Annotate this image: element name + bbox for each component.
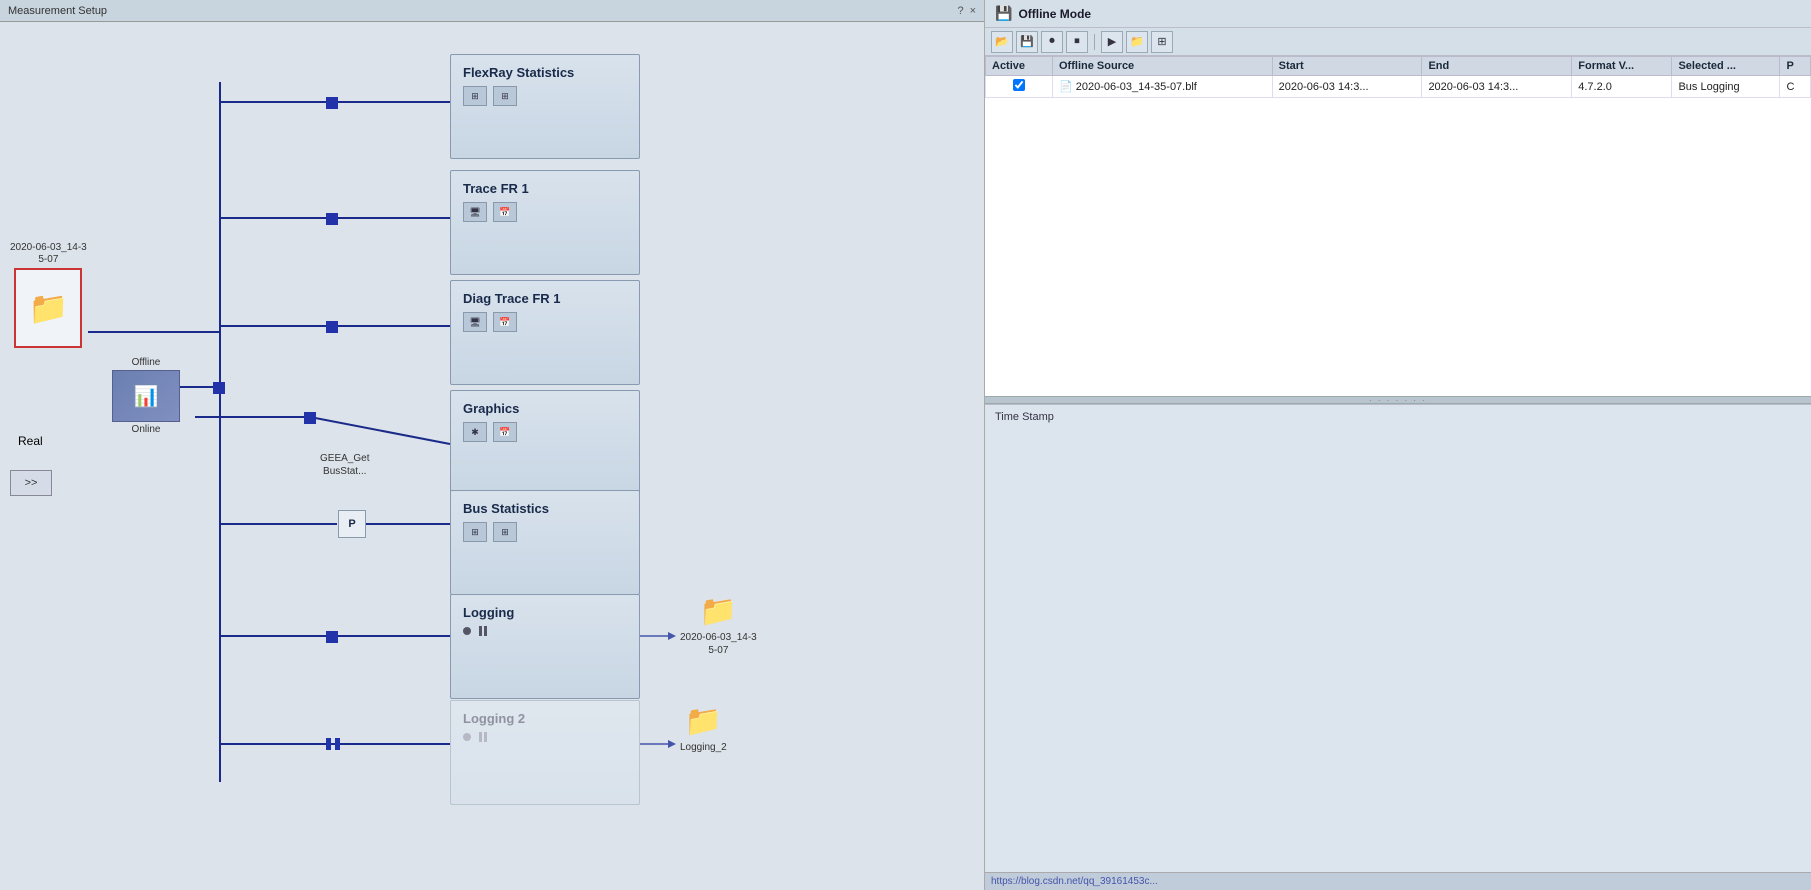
offline-table-container: Active Offline Source Start End Format V… bbox=[985, 56, 1811, 396]
offline-box[interactable]: 📊 bbox=[112, 370, 180, 422]
geea-label: GEEA_GetBusStat... bbox=[320, 452, 369, 478]
diagram-area: 2020-06-03_14-35-07 📁 Offline 📊 Online R… bbox=[0, 22, 984, 890]
module-logging2[interactable]: Logging 2 bbox=[450, 700, 640, 805]
offline-block: Offline 📊 Online bbox=[112, 357, 180, 435]
calendar-icon-1: 📅 bbox=[493, 202, 517, 222]
file-icon-inline: 📄 bbox=[1059, 81, 1073, 93]
selected-cell: Bus Logging bbox=[1672, 76, 1780, 98]
offline-mode-icon: 💾 bbox=[995, 5, 1012, 22]
module-bus-statistics[interactable]: Bus Statistics ⊞ ⊞ bbox=[450, 490, 640, 595]
toolbar-open-btn[interactable]: 📂 bbox=[991, 31, 1013, 53]
offline-mode-label: Offline Mode bbox=[1018, 7, 1091, 21]
graphics-icons: ✱ 📅 bbox=[463, 422, 627, 442]
help-btn[interactable]: ? bbox=[957, 5, 963, 17]
logging-controls bbox=[463, 626, 627, 636]
toolbar-separator-1 bbox=[1094, 34, 1095, 50]
toolbar-play-btn[interactable]: ▶ bbox=[1101, 31, 1123, 53]
status-bar: https://blog.csdn.net/qq_39161453c... bbox=[985, 872, 1811, 890]
col-format: Format V... bbox=[1572, 57, 1672, 76]
logging-dot bbox=[463, 627, 471, 635]
col-active: Active bbox=[986, 57, 1053, 76]
logging2-dot bbox=[463, 733, 471, 741]
trace-fr1-title: Trace FR 1 bbox=[463, 181, 627, 196]
close-btn[interactable]: × bbox=[970, 5, 976, 17]
graphics-title: Graphics bbox=[463, 401, 627, 416]
offline-panel: 💾 Offline Mode 📂 💾 ⏺ ⏹ ▶ 📁 ⊞ Active Offl… bbox=[985, 0, 1811, 890]
table-icon-1: ⊞ bbox=[463, 86, 487, 106]
file-output-2[interactable]: 📁 Logging_2 bbox=[680, 704, 727, 754]
file-output-1[interactable]: 📁 2020-06-03_14-35-07 bbox=[680, 594, 757, 657]
timestamp-label: Time Stamp bbox=[995, 411, 1054, 423]
file-out-2-icon: 📁 bbox=[685, 704, 722, 739]
active-cell[interactable] bbox=[986, 76, 1053, 98]
table-icon-2: ⊞ bbox=[493, 86, 517, 106]
title-bar: Measurement Setup ? × bbox=[0, 0, 984, 22]
active-checkbox[interactable] bbox=[1013, 79, 1025, 91]
panel-title: Measurement Setup bbox=[8, 5, 107, 17]
status-url: https://blog.csdn.net/qq_39161453c... bbox=[991, 876, 1158, 887]
module-logging[interactable]: Logging bbox=[450, 594, 640, 699]
diag-trace-fr1-title: Diag Trace FR 1 bbox=[463, 291, 627, 306]
file-out-1-icon: 📁 bbox=[700, 594, 737, 629]
offline-label: Offline bbox=[132, 357, 161, 368]
logging-title: Logging bbox=[463, 605, 627, 620]
start-cell: 2020-06-03 14:3... bbox=[1272, 76, 1422, 98]
file-node-label: 2020-06-03_14-35-07 bbox=[10, 242, 87, 266]
toolbar-grid-btn[interactable]: ⊞ bbox=[1151, 31, 1173, 53]
col-start: Start bbox=[1272, 57, 1422, 76]
screen-icon-2: 🖥 bbox=[463, 312, 487, 332]
resizer[interactable]: · · · · · · · bbox=[985, 396, 1811, 404]
measurement-panel: Measurement Setup ? × bbox=[0, 0, 985, 890]
timestamp-section: Time Stamp bbox=[985, 404, 1811, 878]
trace-fr1-icons: 🖥 📅 bbox=[463, 202, 627, 222]
online-label: Online bbox=[132, 424, 161, 435]
col-p: P bbox=[1780, 57, 1811, 76]
format-cell: 4.7.2.0 bbox=[1572, 76, 1672, 98]
cursor-icon: ✱ bbox=[463, 422, 487, 442]
p-cell: C bbox=[1780, 76, 1811, 98]
offline-toolbar: 📂 💾 ⏺ ⏹ ▶ 📁 ⊞ bbox=[985, 28, 1811, 56]
col-offline-source: Offline Source bbox=[1053, 57, 1273, 76]
bus-statistics-title: Bus Statistics bbox=[463, 501, 627, 516]
module-flexray-statistics[interactable]: FlexRay Statistics ⊞ ⊞ bbox=[450, 54, 640, 159]
toolbar-record-btn[interactable]: ⏺ bbox=[1041, 31, 1063, 53]
flexray-statistics-icons: ⊞ ⊞ bbox=[463, 86, 627, 106]
toolbar-save-btn[interactable]: 💾 bbox=[1016, 31, 1038, 53]
real-label: Real bbox=[18, 434, 43, 448]
arrow-button[interactable]: >> bbox=[10, 470, 52, 496]
logging2-controls bbox=[463, 732, 627, 742]
toolbar-stop-btn[interactable]: ⏹ bbox=[1066, 31, 1088, 53]
offline-panel-title: 💾 Offline Mode bbox=[985, 0, 1811, 28]
file-out-1-label: 2020-06-03_14-35-07 bbox=[680, 631, 757, 657]
logging2-title: Logging 2 bbox=[463, 711, 627, 726]
diag-trace-fr1-icons: 🖥 📅 bbox=[463, 312, 627, 332]
offline-box-icon: 📊 bbox=[134, 384, 159, 409]
screen-icon-1: 🖥 bbox=[463, 202, 487, 222]
table-row: 📄 2020-06-03_14-35-07.blf 2020-06-03 14:… bbox=[986, 76, 1811, 98]
calendar-icon-2: 📅 bbox=[493, 312, 517, 332]
p-box[interactable]: P bbox=[338, 510, 366, 538]
file-icon: 📁 bbox=[28, 289, 68, 327]
title-controls[interactable]: ? × bbox=[957, 5, 976, 17]
calendar-icon-3: 📅 bbox=[493, 422, 517, 442]
col-end: End bbox=[1422, 57, 1572, 76]
end-cell: 2020-06-03 14:3... bbox=[1422, 76, 1572, 98]
file-out-2-label: Logging_2 bbox=[680, 741, 727, 754]
col-selected: Selected ... bbox=[1672, 57, 1780, 76]
logging2-pause bbox=[479, 732, 487, 742]
module-diag-trace-fr1[interactable]: Diag Trace FR 1 🖥 📅 bbox=[450, 280, 640, 385]
toolbar-folder-btn[interactable]: 📁 bbox=[1126, 31, 1148, 53]
file-box[interactable]: 📁 bbox=[14, 268, 82, 348]
module-trace-fr1[interactable]: Trace FR 1 🖥 📅 bbox=[450, 170, 640, 275]
bus-statistics-icons: ⊞ ⊞ bbox=[463, 522, 627, 542]
table-icon-3: ⊞ bbox=[463, 522, 487, 542]
source-cell: 📄 2020-06-03_14-35-07.blf bbox=[1053, 76, 1273, 98]
flexray-statistics-title: FlexRay Statistics bbox=[463, 65, 627, 80]
offline-table: Active Offline Source Start End Format V… bbox=[985, 56, 1811, 98]
file-node[interactable]: 2020-06-03_14-35-07 📁 bbox=[10, 242, 87, 348]
table-icon-4: ⊞ bbox=[493, 522, 517, 542]
module-graphics[interactable]: Graphics ✱ 📅 bbox=[450, 390, 640, 495]
logging-pause bbox=[479, 626, 487, 636]
